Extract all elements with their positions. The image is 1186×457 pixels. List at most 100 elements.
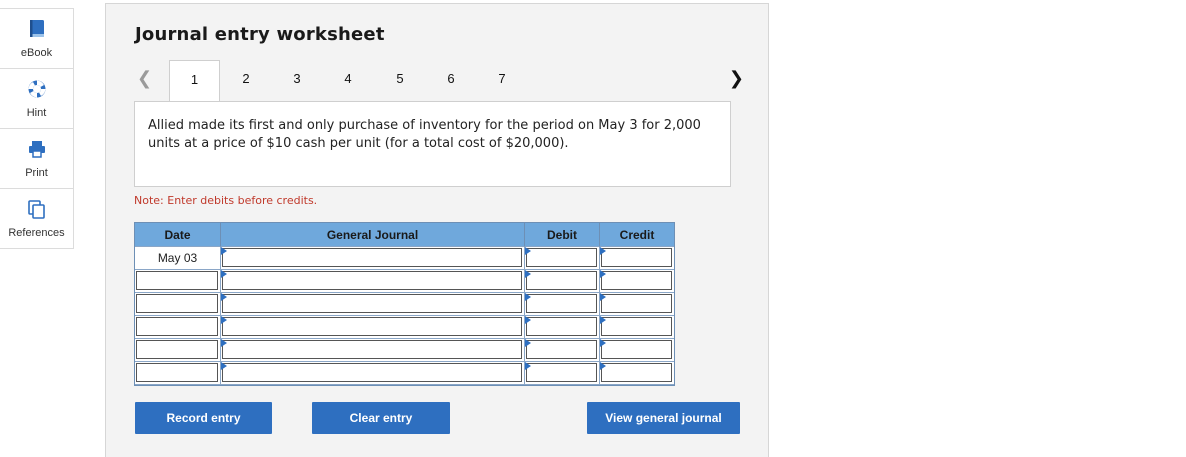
debit-input[interactable]: [526, 317, 597, 336]
debit-input-cell: [525, 362, 600, 385]
dropdown-marker-icon: [221, 362, 227, 370]
table-row: [135, 362, 674, 385]
column-header-date: Date: [135, 223, 221, 247]
credit-input-cell: [600, 293, 674, 316]
journal-rows: May 03: [135, 247, 674, 385]
debit-input[interactable]: [526, 363, 597, 382]
debit-input[interactable]: [526, 340, 597, 359]
dropdown-marker-icon: [525, 339, 531, 347]
dropdown-marker-icon: [600, 316, 606, 324]
credit-input[interactable]: [601, 363, 672, 382]
date-input[interactable]: [135, 293, 221, 316]
dropdown-marker-icon: [221, 293, 227, 301]
record-entry-button[interactable]: Record entry: [135, 402, 272, 434]
debit-input-cell: [525, 293, 600, 316]
dropdown-marker-icon: [525, 316, 531, 324]
credit-input[interactable]: [601, 340, 672, 359]
sidebar-item-label: Hint: [26, 107, 47, 119]
account-select-cell: [221, 270, 525, 293]
page-tab-2[interactable]: 2: [236, 71, 256, 86]
credit-input-cell: [600, 316, 674, 339]
transaction-description: Allied made its first and only purchase …: [134, 101, 731, 187]
dropdown-marker-icon: [221, 316, 227, 324]
dropdown-marker-icon: [600, 247, 606, 255]
date-field[interactable]: [136, 340, 218, 359]
date-cell: May 03: [135, 247, 221, 270]
dropdown-marker-icon: [221, 339, 227, 347]
credit-input[interactable]: [601, 294, 672, 313]
page-tab-7[interactable]: 7: [492, 71, 512, 86]
table-row: May 03: [135, 247, 674, 270]
dropdown-marker-icon: [221, 270, 227, 278]
date-field[interactable]: [136, 294, 218, 313]
clear-entry-button[interactable]: Clear entry: [312, 402, 450, 434]
documents-icon: [27, 200, 45, 219]
table-header-row: Date General Journal Debit Credit: [135, 223, 674, 247]
sidebar-item-label: References: [8, 227, 65, 239]
date-field[interactable]: [136, 317, 218, 336]
sidebar-item-label: eBook: [20, 47, 53, 59]
dropdown-marker-icon: [600, 362, 606, 370]
account-select-cell: [221, 339, 525, 362]
table-row: [135, 339, 674, 362]
account-select[interactable]: [222, 340, 522, 359]
column-header-debit: Debit: [525, 223, 600, 247]
sidebar-item-print[interactable]: Print: [0, 128, 74, 189]
account-select[interactable]: [222, 363, 522, 382]
page-title: Journal entry worksheet: [135, 24, 385, 45]
dropdown-marker-icon: [525, 293, 531, 301]
credit-input[interactable]: [601, 317, 672, 336]
view-general-journal-button[interactable]: View general journal: [587, 402, 740, 434]
dropdown-marker-icon: [525, 270, 531, 278]
dropdown-marker-icon: [525, 362, 531, 370]
dropdown-marker-icon: [600, 270, 606, 278]
credit-input[interactable]: [601, 271, 672, 290]
date-field[interactable]: [136, 363, 218, 382]
printer-icon: [28, 141, 45, 158]
account-select-cell: [221, 316, 525, 339]
page-tab-6[interactable]: 6: [441, 71, 461, 86]
column-header-general-journal: General Journal: [221, 223, 525, 247]
debit-input[interactable]: [526, 294, 597, 313]
sidebar-item-label: Print: [25, 167, 48, 179]
debit-input-cell: [525, 270, 600, 293]
debit-input-cell: [525, 247, 600, 270]
page-tab-3[interactable]: 3: [287, 71, 307, 86]
debit-input[interactable]: [526, 271, 597, 290]
lifebuoy-icon: [28, 80, 45, 98]
page-tab-4[interactable]: 4: [338, 71, 358, 86]
worksheet-panel: Journal entry worksheet ❮ 1 2 3 4 5 6 7 …: [105, 3, 769, 457]
chevron-left-icon[interactable]: ❮: [137, 68, 152, 89]
table-row: [135, 293, 674, 316]
sidebar-item-hint[interactable]: Hint: [0, 68, 74, 129]
date-input[interactable]: [135, 316, 221, 339]
sidebar-item-ebook[interactable]: eBook: [0, 8, 74, 69]
dropdown-marker-icon: [600, 293, 606, 301]
credit-input-cell: [600, 362, 674, 385]
dropdown-marker-icon: [221, 247, 227, 255]
account-select[interactable]: [222, 248, 522, 267]
account-select[interactable]: [222, 294, 522, 313]
date-input[interactable]: [135, 270, 221, 293]
account-select-cell: [221, 293, 525, 316]
account-select[interactable]: [222, 317, 522, 336]
sidebar-item-references[interactable]: References: [0, 188, 74, 249]
credit-input-cell: [600, 270, 674, 293]
dropdown-marker-icon: [525, 247, 531, 255]
date-input[interactable]: [135, 362, 221, 385]
account-select[interactable]: [222, 271, 522, 290]
book-icon: [29, 20, 44, 37]
debit-input[interactable]: [526, 248, 597, 267]
chevron-right-icon[interactable]: ❯: [729, 68, 744, 89]
page-tab-5[interactable]: 5: [390, 71, 410, 86]
entry-note: Note: Enter debits before credits.: [134, 194, 318, 207]
dropdown-marker-icon: [600, 339, 606, 347]
date-field[interactable]: [136, 271, 218, 290]
column-header-credit: Credit: [600, 223, 674, 247]
debit-input-cell: [525, 316, 600, 339]
table-row: [135, 316, 674, 339]
date-input[interactable]: [135, 339, 221, 362]
credit-input-cell: [600, 247, 674, 270]
page-tab-1[interactable]: 1: [169, 60, 220, 102]
credit-input[interactable]: [601, 248, 672, 267]
